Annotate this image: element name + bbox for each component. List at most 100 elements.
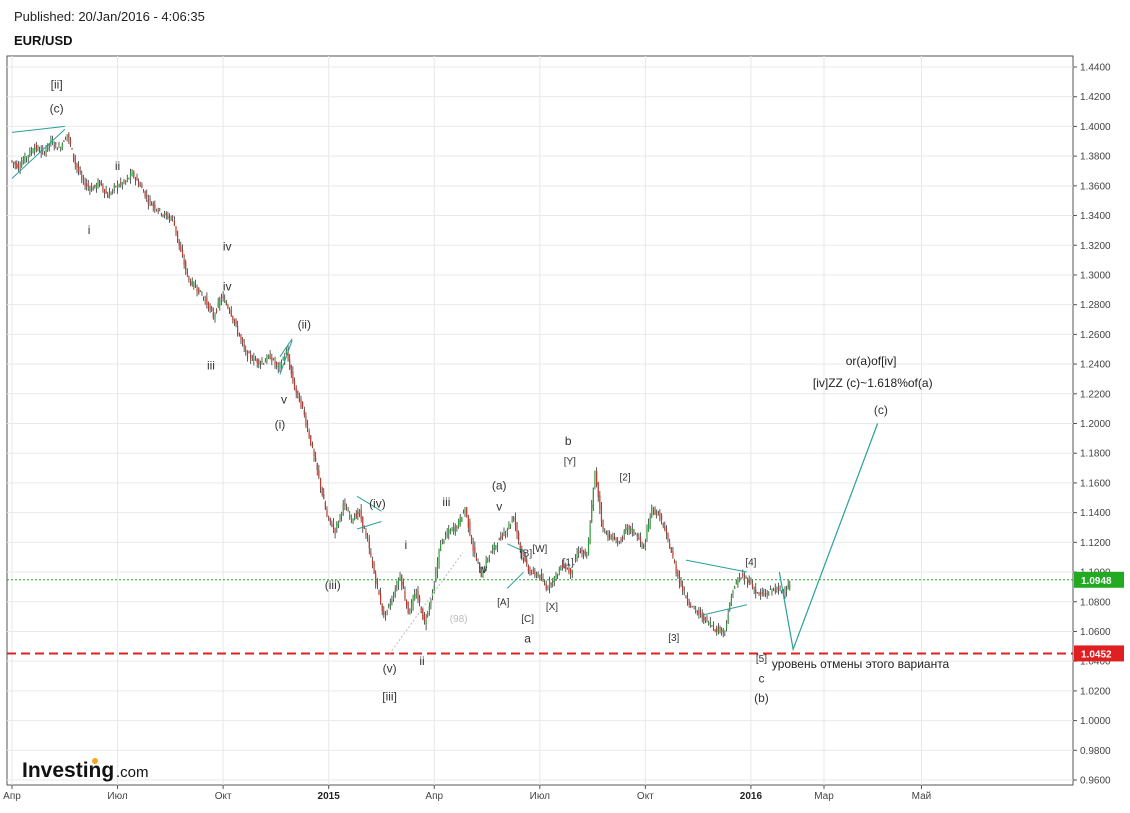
candle-body <box>77 166 80 172</box>
candle-body <box>71 148 73 150</box>
candle-body <box>769 589 771 591</box>
candle-body <box>612 537 614 539</box>
candle-body <box>599 495 601 509</box>
candle <box>198 287 200 295</box>
x-tick-label: Окт <box>215 791 232 802</box>
candle-body <box>303 409 305 415</box>
candle-body <box>293 379 296 390</box>
candle-body <box>206 297 208 305</box>
candle-body <box>667 533 669 540</box>
candle-body <box>633 529 635 534</box>
wave-label: [1] <box>563 557 574 568</box>
candle-body <box>638 538 640 540</box>
candle-body <box>378 590 380 595</box>
candle-body <box>193 282 195 286</box>
brand-dot-icon <box>92 758 98 764</box>
candle <box>670 547 672 553</box>
candle-body <box>446 533 448 536</box>
x-tick-label: Мар <box>814 791 834 802</box>
y-tick-label: 0.9800 <box>1080 746 1111 757</box>
candle-body <box>701 613 703 618</box>
candle-body <box>357 512 359 515</box>
candle-body <box>622 537 624 540</box>
price-tag-label: 1.0452 <box>1081 649 1112 660</box>
wave-label: (c) <box>50 101 64 115</box>
candle-body <box>245 349 247 352</box>
candle-body <box>492 548 494 550</box>
candle-body <box>394 589 396 597</box>
candle-body <box>90 186 93 191</box>
candle-body <box>659 512 661 520</box>
candle-body <box>373 563 375 574</box>
candle-body <box>131 171 133 177</box>
candle-body <box>779 588 781 591</box>
candle-body <box>578 551 580 553</box>
candle-body <box>167 216 169 219</box>
candle-body <box>620 539 622 542</box>
candle-body <box>605 531 607 533</box>
candle <box>298 392 300 403</box>
candle-body <box>251 359 253 361</box>
candle-body <box>29 150 31 156</box>
candle-body <box>139 184 141 186</box>
candle-body <box>415 594 417 596</box>
candle-body <box>557 574 559 576</box>
candle-body <box>693 606 695 608</box>
candle-body <box>644 542 646 550</box>
candle-body <box>704 617 706 621</box>
candle <box>470 534 473 545</box>
candle-body <box>469 522 471 536</box>
candle-body <box>381 603 383 612</box>
candle-body <box>669 543 671 549</box>
wave-label: (v) <box>383 661 397 675</box>
candle-body <box>354 517 356 521</box>
candle-body <box>763 594 765 596</box>
y-tick-label: 1.4000 <box>1080 122 1111 133</box>
candle-body <box>82 178 84 180</box>
candle-body <box>163 213 166 216</box>
x-tick-label: Июл <box>530 791 550 802</box>
candle-body <box>474 546 476 554</box>
candle-body <box>596 470 598 486</box>
y-tick-label: 1.1600 <box>1080 478 1111 489</box>
price-chart[interactable]: 1.4400 1.4200 1.4000 1.3800 1.3600 1.3400 1.32… <box>0 0 1130 813</box>
wave-label: [B] <box>520 548 532 559</box>
candle-body <box>540 574 542 581</box>
candle-body <box>743 577 745 580</box>
candle-body <box>532 569 534 571</box>
candle-body <box>534 571 536 576</box>
candle-body <box>615 542 617 544</box>
candle-body <box>13 162 15 164</box>
candle-body <box>211 307 213 311</box>
candle-body <box>360 509 362 519</box>
candle-body <box>732 591 734 594</box>
candle <box>461 516 463 523</box>
wave-label: i <box>88 223 91 237</box>
candle-body <box>157 210 159 212</box>
candle-body <box>217 302 219 307</box>
wave-label: b <box>565 434 572 448</box>
candle-body <box>370 552 372 557</box>
candle-body <box>742 573 744 577</box>
candle-body <box>600 507 603 522</box>
candle-body <box>462 511 464 513</box>
candle-body <box>683 591 685 593</box>
candle-body <box>256 358 258 363</box>
candle-body <box>727 614 729 624</box>
candle-body <box>102 185 104 190</box>
candle-body <box>505 533 507 536</box>
candle-body <box>319 478 322 488</box>
wave-label: [A] <box>497 597 509 608</box>
candle-body <box>544 582 546 585</box>
brand-suffix: .com <box>116 764 149 781</box>
wave-label: i <box>404 538 407 552</box>
candle-body <box>79 171 81 173</box>
candle <box>594 470 596 490</box>
candle-body <box>661 515 663 521</box>
candle-body <box>185 261 187 271</box>
candle-body <box>198 287 200 294</box>
candle-body <box>623 530 625 536</box>
candle-body <box>724 630 726 632</box>
candle-body <box>368 540 370 549</box>
candle-body <box>149 198 151 201</box>
